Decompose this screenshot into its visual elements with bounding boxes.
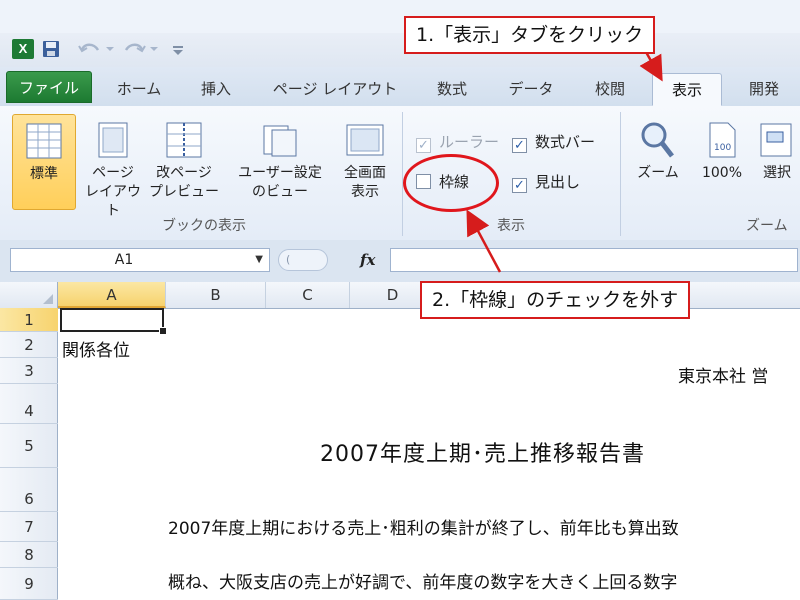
ribbon-tabs: ファイル ホーム 挿入 ページ レイアウト 数式 データ 校閲 表示 開発 (0, 67, 800, 107)
gridlines-highlight-ring (403, 154, 499, 212)
svg-text:100: 100 (714, 143, 731, 153)
tab-data[interactable]: データ (496, 73, 566, 106)
name-box[interactable]: A1 ▼ (10, 248, 270, 272)
page-layout-icon (98, 122, 128, 158)
group-label-workbook-views: ブックの表示 (162, 218, 246, 234)
custom-views-icon (263, 125, 297, 157)
zoom-selection-button[interactable]: 選択 (754, 114, 800, 210)
page-break-preview-button[interactable]: 改ページ プレビュー (148, 114, 220, 210)
tab-formulas[interactable]: 数式 (424, 73, 480, 106)
custom-views-button[interactable]: ユーザー設定 のビュー (228, 114, 332, 210)
formula-bar-label: 数式バー (535, 133, 596, 151)
excel-window: X ファイル ホーム 挿入 ページ レイアウト 数式 データ 校閲 表示 開発 … (0, 0, 800, 600)
zoom-button[interactable]: ズーム (628, 114, 688, 210)
report-title-cell[interactable]: 2007年度上期･売上推移報告書 (320, 436, 645, 468)
worksheet-grid[interactable]: A B C D 1 2 3 4 5 6 7 8 9 関係各位 東京本社 営 20… (0, 282, 800, 600)
excel-icon[interactable]: X (12, 39, 34, 59)
callout-step2: 2.「枠線」のチェックを外す (420, 281, 691, 319)
insert-function-icon[interactable]: fx (360, 248, 375, 272)
group-label-zoom: ズーム (746, 218, 788, 234)
group-separator (402, 112, 403, 236)
full-screen-button[interactable]: 全画面 表示 (334, 114, 396, 210)
ruler-check-icon: ✓ (416, 138, 431, 153)
redo-icon[interactable] (122, 39, 162, 59)
zoom-selection-label: 選択 (763, 165, 791, 181)
tab-insert[interactable]: 挿入 (186, 73, 246, 106)
page-layout-label: ページ レイアウト (85, 165, 141, 219)
row-header-6[interactable]: 6 (0, 468, 58, 512)
formula-controls: ( fx (278, 248, 384, 272)
page-break-icon (166, 122, 202, 158)
normal-view-icon (26, 123, 62, 159)
row-header-2[interactable]: 2 (0, 332, 58, 358)
quick-access-toolbar: X (0, 33, 800, 67)
headings-check-icon: ✓ (512, 178, 527, 193)
row-header-7[interactable]: 7 (0, 512, 58, 542)
cell-a2[interactable]: 関係各位 (62, 336, 130, 361)
active-cell-a1[interactable] (60, 308, 164, 332)
zoom-100-button[interactable]: 100 100% (692, 114, 752, 210)
ribbon-view: 標準 ページ レイアウト 改ページ プレビュー ユーザー設定 のビュー 全画面 … (0, 106, 800, 241)
zoom-selection-icon (760, 123, 792, 157)
magnifier-icon (641, 122, 674, 158)
tab-home[interactable]: ホーム (104, 73, 174, 106)
page-layout-view-button[interactable]: ページ レイアウト (80, 114, 146, 219)
zoom-100-label: 100% (701, 165, 743, 181)
headings-label: 見出し (535, 173, 581, 191)
tab-page-layout[interactable]: ページ レイアウト (260, 73, 410, 106)
cell-row9[interactable]: 概ね、大阪支店の売上が好調で、前年度の数字を大きく上回る数字 (168, 568, 677, 593)
select-all-button[interactable] (0, 282, 58, 308)
tab-review[interactable]: 校閲 (580, 73, 640, 106)
ruler-checkbox[interactable]: ✓ ルーラー (416, 130, 499, 154)
name-box-value: A1 (114, 252, 134, 268)
fill-handle[interactable] (159, 327, 167, 335)
group-separator (620, 112, 621, 236)
cell-row7[interactable]: 2007年度上期における売上･粗利の集計が終了し、前年比も算出致 (168, 514, 679, 539)
column-header-a[interactable]: A (58, 282, 166, 308)
ruler-label: ルーラー (439, 133, 500, 151)
headings-checkbox[interactable]: ✓ 見出し (512, 170, 580, 194)
undo-icon[interactable] (76, 39, 116, 59)
cell-row3-right[interactable]: 東京本社 営 (678, 362, 768, 387)
tab-view[interactable]: 表示 (652, 73, 722, 106)
row-header-9[interactable]: 9 (0, 568, 58, 600)
zoom-label: ズーム (637, 165, 679, 181)
full-screen-label: 全画面 表示 (344, 165, 386, 200)
column-header-c[interactable]: C (266, 282, 350, 308)
group-label-show: 表示 (497, 218, 525, 234)
normal-view-button[interactable]: 標準 (12, 114, 76, 210)
chevron-down-icon[interactable]: ▼ (255, 249, 263, 271)
zoom-100-icon: 100 (709, 122, 736, 158)
tab-file[interactable]: ファイル (6, 71, 92, 103)
page-break-label: 改ページ プレビュー (149, 165, 219, 200)
callout-step1: 1.「表示」タブをクリック (404, 16, 656, 54)
formula-bar-checkbox[interactable]: ✓ 数式バー (512, 130, 595, 154)
row-header-5[interactable]: 5 (0, 424, 58, 468)
select-all-icon (43, 294, 53, 304)
customize-icon[interactable] (170, 39, 186, 59)
row-header-1[interactable]: 1 (0, 308, 58, 332)
row-header-3[interactable]: 3 (0, 358, 58, 384)
column-header-b[interactable]: B (166, 282, 266, 308)
formula-input[interactable] (390, 248, 798, 272)
full-screen-icon (346, 124, 384, 156)
normal-view-label: 標準 (30, 166, 58, 182)
formula-bar: A1 ▼ ( fx (0, 240, 800, 283)
cancel-enter-buttons[interactable]: ( (278, 249, 328, 271)
row-header-4[interactable]: 4 (0, 384, 58, 424)
save-icon[interactable] (42, 39, 60, 59)
formula-bar-check-icon: ✓ (512, 138, 527, 153)
tab-developer[interactable]: 開発 (732, 73, 796, 106)
row-headers: 1 2 3 4 5 6 7 8 9 (0, 308, 58, 600)
row-header-8[interactable]: 8 (0, 542, 58, 568)
custom-views-label: ユーザー設定 のビュー (238, 165, 322, 200)
